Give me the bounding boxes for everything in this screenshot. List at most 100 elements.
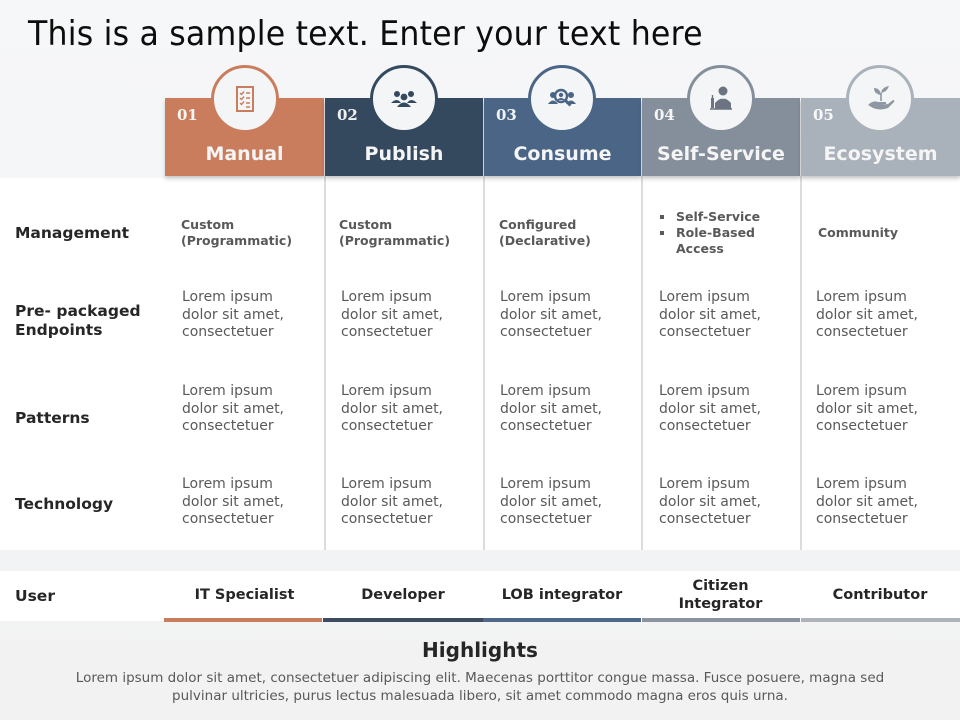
cell-line: dolor sit amet, bbox=[500, 493, 603, 510]
cell-line: Lorem ipsum bbox=[659, 289, 750, 305]
patterns-cell-publish: Lorem ipsum dolor sit amet, consectetuer bbox=[341, 383, 443, 436]
cell-line: consectetuer bbox=[182, 511, 274, 527]
column-number: 02 bbox=[337, 106, 358, 124]
cell-line: dolor sit amet, bbox=[500, 400, 603, 417]
patterns-cell-consume: Lorem ipsum dolor sit amet, consectetuer bbox=[500, 383, 602, 436]
cell-line: Lorem ipsum bbox=[500, 289, 591, 305]
bullet-list: Self-Service Role-Based Access bbox=[659, 209, 760, 257]
cell-line: (Programmatic) bbox=[339, 233, 451, 248]
user-bar-publish bbox=[323, 618, 483, 622]
column-title: Self-Service bbox=[657, 143, 785, 165]
user-citizen-integrator: Citizen Integrator bbox=[641, 572, 800, 618]
patterns-cell-manual: Lorem ipsum dolor sit amet, consectetuer bbox=[182, 383, 284, 436]
bullet-text: Access bbox=[676, 241, 724, 256]
column-title: Manual bbox=[205, 143, 284, 165]
column-title: Ecosystem bbox=[823, 143, 938, 165]
user-contributor: Contributor bbox=[832, 587, 928, 603]
hand-plant-icon bbox=[846, 65, 914, 133]
highlights-line: Lorem ipsum dolor sit amet, consectetuer… bbox=[75, 670, 885, 686]
bullet-text: Role-Based bbox=[676, 225, 755, 240]
technology-cell-publish: Lorem ipsum dolor sit amet, consectetuer bbox=[341, 476, 443, 529]
page-title: This is a sample text. Enter your text h… bbox=[28, 14, 703, 54]
column-number: 01 bbox=[177, 106, 198, 124]
highlights-text: Lorem ipsum dolor sit amet, consectetuer… bbox=[40, 669, 920, 705]
pre-packaged-endpoints-cell-publish: Lorem ipsum dolor sit amet, consectetuer bbox=[341, 289, 443, 342]
cell-line: consectetuer bbox=[341, 324, 433, 340]
column-number: 04 bbox=[654, 106, 675, 124]
patterns-cell-self-service: Lorem ipsum dolor sit amet, consectetuer bbox=[659, 383, 761, 436]
cell-line: Lorem ipsum bbox=[182, 383, 273, 399]
user-text-line: Citizen bbox=[692, 578, 749, 594]
cell-line: (Programmatic) bbox=[181, 233, 293, 248]
row-label-technology: Technology bbox=[15, 495, 114, 513]
management-cell-ecosystem: Community bbox=[818, 225, 899, 240]
user-search-icon bbox=[528, 65, 596, 133]
user-text-line: Integrator bbox=[678, 596, 763, 612]
user-bar-manual bbox=[164, 618, 322, 622]
waiter-icon bbox=[687, 65, 755, 133]
cell-line: dolor sit amet, bbox=[182, 306, 285, 323]
cell-line: consectetuer bbox=[816, 324, 908, 340]
column-title: Consume bbox=[513, 143, 612, 165]
cell-line: (Declarative) bbox=[499, 233, 591, 248]
highlights-title: Highlights bbox=[422, 638, 538, 662]
cell-line: Configured bbox=[499, 217, 577, 232]
checklist-icon bbox=[211, 65, 279, 133]
cell-line: Lorem ipsum bbox=[816, 383, 907, 399]
cell-line: dolor sit amet, bbox=[182, 493, 285, 510]
cell-line: dolor sit amet, bbox=[659, 493, 762, 510]
cell-line: consectetuer bbox=[341, 511, 433, 527]
row-label-management: Management bbox=[15, 224, 130, 242]
cell-line: Lorem ipsum bbox=[182, 289, 273, 305]
cell-line: Lorem ipsum bbox=[659, 383, 750, 399]
cell-line: consectetuer bbox=[659, 418, 751, 434]
management-cell-publish: Custom (Programmatic) bbox=[339, 217, 450, 249]
user-bar-self-service bbox=[642, 618, 800, 622]
cell-line: dolor sit amet, bbox=[659, 400, 762, 417]
cell-line: Custom bbox=[339, 217, 393, 232]
row-label-patterns: Patterns bbox=[15, 409, 90, 427]
technology-cell-manual: Lorem ipsum dolor sit amet, consectetuer bbox=[182, 476, 284, 529]
column-number: 05 bbox=[813, 106, 834, 124]
cell-line: Lorem ipsum bbox=[341, 383, 432, 399]
cell-line: Custom bbox=[181, 217, 235, 232]
cell-line: dolor sit amet, bbox=[341, 400, 444, 417]
cell-line: consectetuer bbox=[500, 324, 592, 340]
cell-line: dolor sit amet, bbox=[341, 306, 444, 323]
bullet-item: Self-Service bbox=[659, 209, 760, 225]
user-bar-consume bbox=[483, 618, 641, 622]
technology-cell-consume: Lorem ipsum dolor sit amet, consectetuer bbox=[500, 476, 602, 529]
column-divider bbox=[324, 176, 326, 550]
management-cell-consume: Configured (Declarative) bbox=[499, 217, 591, 249]
cell-line: dolor sit amet, bbox=[816, 493, 919, 510]
cell-line: Lorem ipsum bbox=[500, 476, 591, 492]
pre-packaged-endpoints-cell-self-service: Lorem ipsum dolor sit amet, consectetuer bbox=[659, 289, 761, 342]
cell-line: Lorem ipsum bbox=[816, 476, 907, 492]
management-cell-manual: Custom (Programmatic) bbox=[181, 217, 292, 249]
user-lob-integrator: LOB integrator bbox=[501, 587, 623, 603]
cell-line: consectetuer bbox=[182, 324, 274, 340]
highlights-line: pulvinar ultricies, purus lectus malesua… bbox=[172, 688, 788, 704]
cell-line: dolor sit amet, bbox=[659, 306, 762, 323]
cell-line: consectetuer bbox=[816, 511, 908, 527]
cell-line: Lorem ipsum bbox=[816, 289, 907, 305]
user-developer: Developer bbox=[361, 587, 445, 603]
cell-line: consectetuer bbox=[659, 324, 751, 340]
cell-line: consectetuer bbox=[659, 511, 751, 527]
column-divider bbox=[641, 176, 643, 550]
row-label-line: Endpoints bbox=[15, 321, 103, 339]
pre-packaged-endpoints-cell-consume: Lorem ipsum dolor sit amet, consectetuer bbox=[500, 289, 602, 342]
cell-line: dolor sit amet, bbox=[816, 400, 919, 417]
column-divider bbox=[483, 176, 485, 550]
user-row-label: User bbox=[15, 587, 55, 605]
technology-cell-ecosystem: Lorem ipsum dolor sit amet, consectetuer bbox=[816, 476, 918, 529]
management-cell-self-service: Self-Service Role-Based Access bbox=[659, 209, 760, 257]
people-group-icon bbox=[370, 65, 438, 133]
cell-line: dolor sit amet, bbox=[816, 306, 919, 323]
cell-line: consectetuer bbox=[182, 418, 274, 434]
column-title: Publish bbox=[364, 143, 444, 165]
cell-line: consectetuer bbox=[341, 418, 433, 434]
row-label-pre-packaged-endpoints: Pre- packaged Endpoints bbox=[15, 302, 141, 340]
cell-line: Lorem ipsum bbox=[182, 476, 273, 492]
user-bar-ecosystem bbox=[801, 618, 960, 622]
